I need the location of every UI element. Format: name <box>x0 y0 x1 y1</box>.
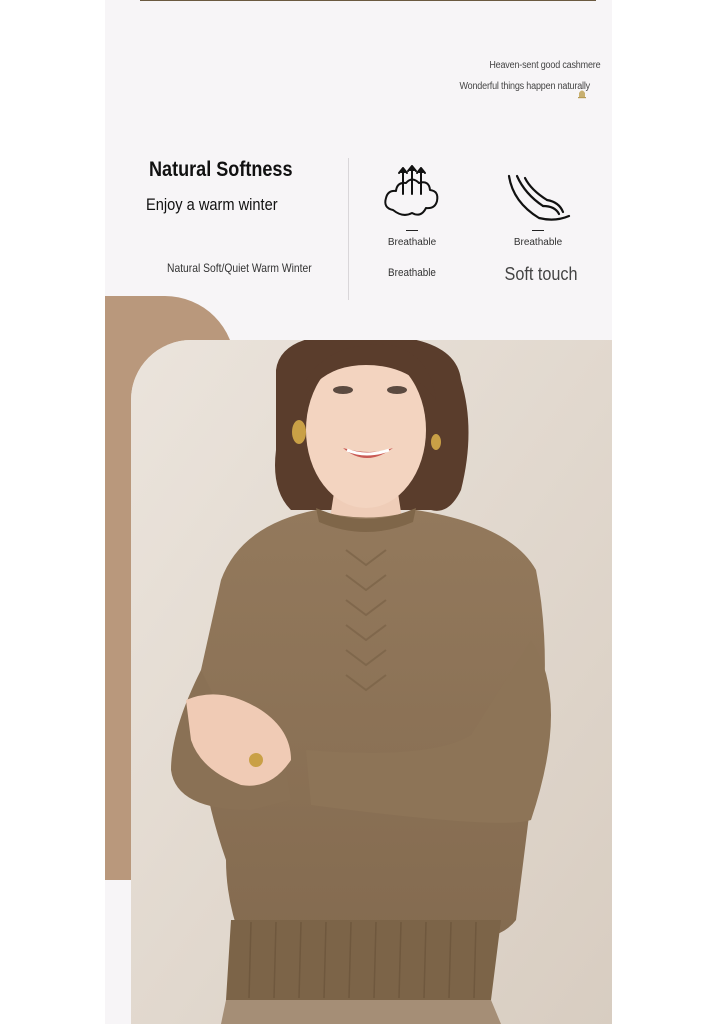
model-photo <box>131 340 612 1024</box>
feature-label: Breathable <box>513 237 563 248</box>
top-divider <box>140 0 596 1</box>
feature-sub-soft-touch: Soft touch <box>504 264 578 284</box>
tagline-heaven-sent: Heaven-sent good cashmere <box>488 60 600 71</box>
feature-label: Breathable <box>387 237 437 248</box>
feature-soft-touch: Breathable <box>499 172 577 248</box>
tagline-wonderful: Wonderful things happen naturally <box>459 81 591 92</box>
section-subtitle: Enjoy a warm winter <box>146 195 278 214</box>
vertical-divider <box>348 158 349 300</box>
section-title: Natural Softness <box>149 158 293 181</box>
breathable-cloud-icon <box>384 165 439 216</box>
feature-dash <box>532 230 544 231</box>
feature-sub-breathable: Breathable <box>388 267 436 279</box>
feature-breathable: Breathable <box>373 160 451 248</box>
bell-icon <box>578 90 586 99</box>
model-illustration <box>131 340 612 1024</box>
section-note: Natural Soft/Quiet Warm Winter <box>167 261 312 275</box>
feature-dash <box>406 230 418 231</box>
soft-feather-icon <box>507 174 571 221</box>
